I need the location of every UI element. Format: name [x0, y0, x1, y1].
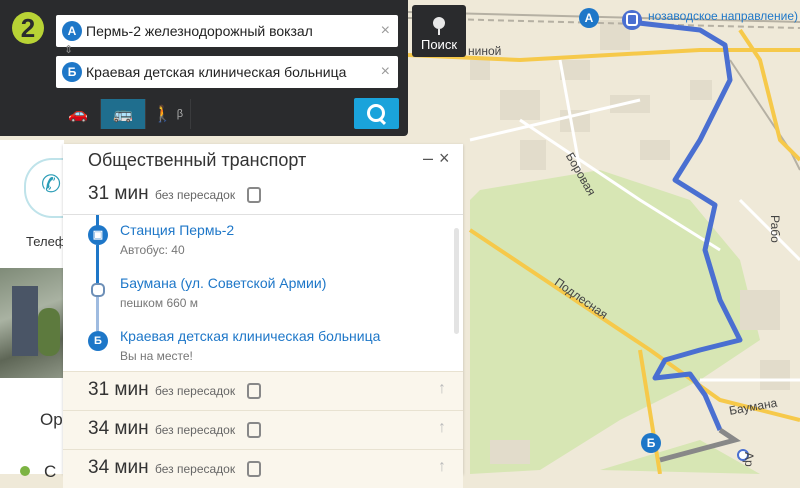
route-steps: ▣ Станция Пермь-2 Автобус: 40 Баумана (у…: [63, 214, 463, 371]
transport-modes: 🚗 🚌 🚶 β: [56, 99, 191, 129]
clear-to-icon[interactable]: ×: [381, 62, 390, 82]
option-time: 31 мин: [88, 379, 149, 400]
pin-b-icon: Б: [88, 331, 108, 351]
minimize-icon[interactable]: –: [423, 148, 433, 169]
phone-icon: ✆: [41, 171, 62, 198]
option-time: 31 мин: [88, 183, 149, 204]
option-time: 34 мин: [88, 457, 149, 478]
bus-icon: [247, 422, 261, 438]
from-input[interactable]: [86, 15, 366, 47]
swap-icon[interactable]: ⇕: [64, 44, 73, 56]
beta-label: β: [176, 108, 184, 120]
arrow-up-icon[interactable]: ↑: [438, 419, 446, 437]
route-option[interactable]: 34 мин без пересадок ↑: [63, 410, 463, 449]
info-card: ✆ Телеф Ор С: [0, 140, 66, 481]
bus-icon: [247, 461, 261, 477]
bus-stop-icon: ▣: [88, 225, 108, 245]
phone-label: Телеф: [26, 234, 66, 249]
map-label-rabo: Рабо: [768, 215, 782, 243]
logo[interactable]: 2: [12, 12, 44, 44]
map-label-ina: ниной: [468, 44, 502, 58]
option-time: 34 мин: [88, 418, 149, 439]
mode-car[interactable]: 🚗: [56, 99, 101, 129]
bus-icon: 🚌: [113, 106, 133, 123]
map-pin-icon: [433, 17, 445, 29]
status-dot: [20, 466, 30, 476]
step-sub: пешком 660 м: [120, 296, 199, 310]
to-field[interactable]: Б ×: [56, 56, 398, 88]
option-desc: без пересадок: [155, 384, 236, 398]
route-title: Общественный транспорт: [88, 150, 307, 170]
route-header: Общественный транспорт – ×: [63, 144, 463, 176]
option-desc: без пересадок: [155, 423, 236, 437]
map-pin-b[interactable]: Б: [641, 433, 661, 453]
side-text-c: С: [44, 462, 57, 481]
route-option[interactable]: 31 мин без пересадок ↑: [63, 371, 463, 410]
from-field[interactable]: А ×: [56, 15, 398, 47]
pin-a-icon: А: [62, 21, 82, 41]
step-sub: Автобус: 40: [120, 243, 185, 257]
walk-icon: 🚶: [152, 106, 173, 123]
place-photo[interactable]: [0, 268, 64, 378]
close-icon[interactable]: ×: [439, 148, 450, 169]
bus-icon: [247, 383, 261, 399]
search-button[interactable]: Поиск: [412, 5, 466, 57]
pin-b-icon: Б: [62, 62, 82, 82]
car-icon: 🚗: [68, 106, 88, 123]
search-button-label: Поиск: [420, 37, 458, 52]
scrollbar[interactable]: [454, 228, 459, 334]
map-pin-a[interactable]: А: [579, 8, 599, 28]
mode-bus[interactable]: 🚌: [101, 99, 146, 129]
transfer-dot-icon: [91, 283, 105, 297]
option-desc: без пересадок: [155, 188, 236, 202]
step-name[interactable]: Станция Пермь-2: [120, 222, 234, 238]
bus-icon: [247, 187, 261, 203]
route-option[interactable]: 34 мин без пересадок ↑: [63, 449, 463, 488]
step-name[interactable]: Краевая детская клиническая больница: [120, 328, 380, 344]
step-name[interactable]: Баумана (ул. Советской Армии): [120, 275, 326, 291]
route-panel: Общественный транспорт – × 31 мин без пе…: [63, 144, 463, 488]
arrow-up-icon[interactable]: ↑: [438, 380, 446, 398]
clear-from-icon[interactable]: ×: [381, 21, 390, 41]
map-label-ar: Ар: [742, 452, 756, 467]
step-sub: Вы на месте!: [120, 349, 193, 363]
mode-walk[interactable]: 🚶 β: [146, 99, 191, 129]
to-input[interactable]: [86, 56, 366, 88]
route-option-active[interactable]: 31 мин без пересадок: [63, 176, 463, 214]
search-panel: 2 А × ⇕ Б × 🚗 🚌 🚶β: [0, 0, 408, 136]
map-label-direction: нозаводское направление): [648, 9, 798, 23]
arrow-up-icon[interactable]: ↑: [438, 458, 446, 476]
side-text-or: Ор: [40, 410, 63, 429]
route-search-button[interactable]: [354, 98, 399, 129]
